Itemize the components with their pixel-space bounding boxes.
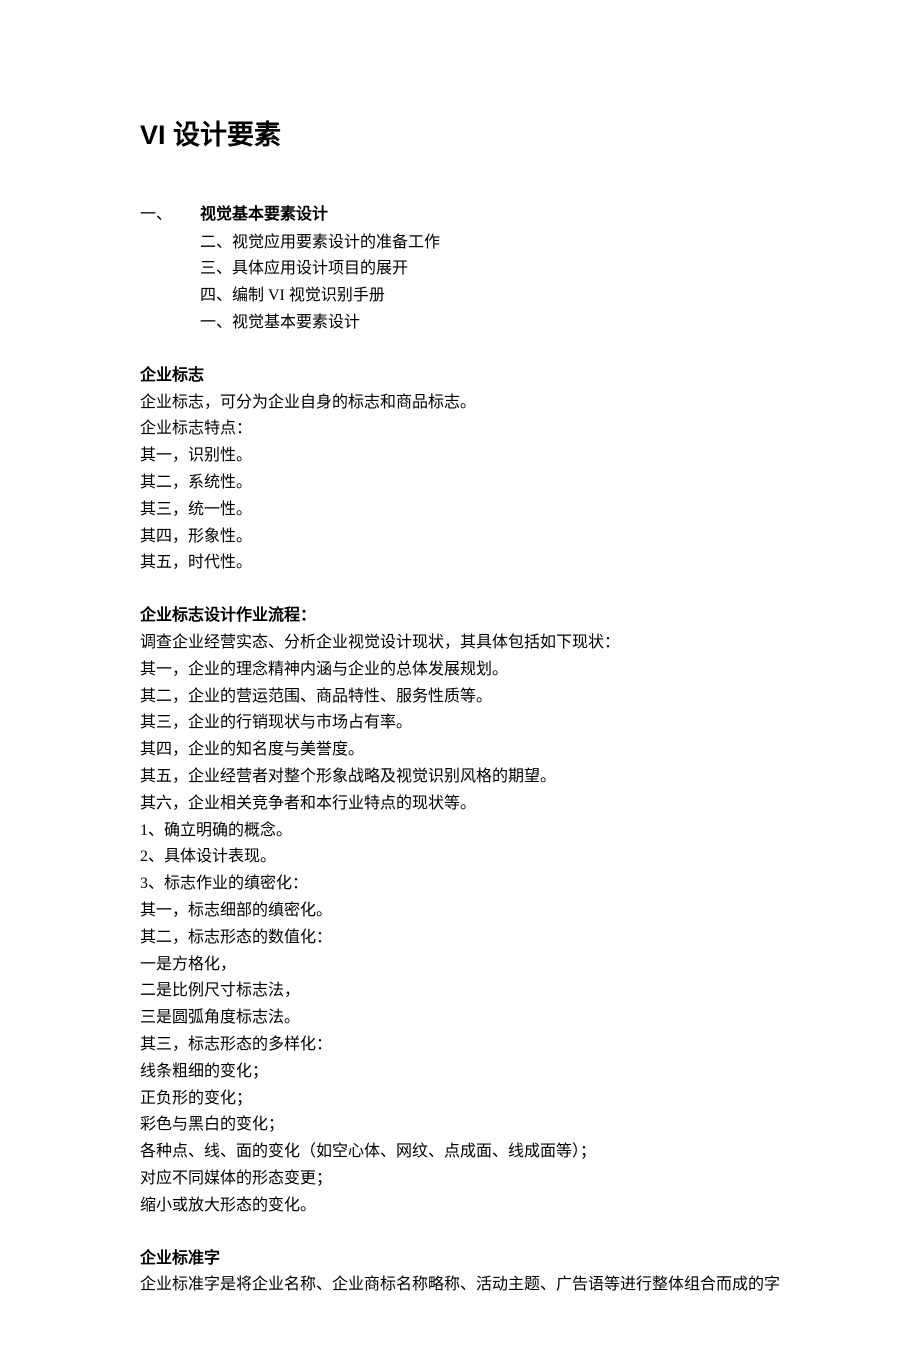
heading-logo: 企业标志 (140, 364, 780, 389)
body-line: 调查企业经营实态、分析企业视觉设计现状，其具体包括如下现状： (140, 631, 780, 656)
outline-item: 四、编制 VI 视觉识别手册 (200, 284, 780, 309)
outline-item: 一、视觉基本要素设计 (200, 311, 780, 336)
body-line: 其一，识别性。 (140, 444, 780, 469)
body-line: 其二，标志形态的数值化： (140, 926, 780, 951)
body-line: 其二，企业的营运范围、商品特性、服务性质等。 (140, 685, 780, 710)
outline-item: 三、具体应用设计项目的展开 (200, 257, 780, 282)
body-line: 其一，标志细部的缜密化。 (140, 899, 780, 924)
body-line: 正负形的变化； (140, 1087, 780, 1112)
body-line: 其四，形象性。 (140, 525, 780, 550)
body-line: 一是方格化， (140, 953, 780, 978)
heading-process: 企业标志设计作业流程： (140, 604, 780, 629)
body-line: 彩色与黑白的变化； (140, 1113, 780, 1138)
body-line: 其三，企业的行销现状与市场占有率。 (140, 711, 780, 736)
page-title: VI 设计要素 (140, 115, 780, 157)
section-1-outline: 二、视觉应用要素设计的准备工作 三、具体应用设计项目的展开 四、编制 VI 视觉… (140, 231, 780, 336)
body-line: 三是圆弧角度标志法。 (140, 1006, 780, 1031)
body-line: 其五，时代性。 (140, 551, 780, 576)
body-line: 其三，统一性。 (140, 498, 780, 523)
body-line: 1、确立明确的概念。 (140, 819, 780, 844)
body-line: 企业标准字是将企业名称、企业商标名称略称、活动主题、广告语等进行整体组合而成的字 (140, 1273, 780, 1298)
body-line: 企业标志特点： (140, 417, 780, 442)
body-line: 其三，标志形态的多样化： (140, 1033, 780, 1058)
body-line: 2、具体设计表现。 (140, 845, 780, 870)
document-page: VI 设计要素 一、 视觉基本要素设计 二、视觉应用要素设计的准备工作 三、具体… (0, 0, 920, 1360)
body-line: 其五，企业经营者对整个形象战略及视觉识别风格的期望。 (140, 765, 780, 790)
body-line: 其六，企业相关竞争者和本行业特点的现状等。 (140, 792, 780, 817)
body-line: 线条粗细的变化； (140, 1060, 780, 1085)
body-line: 各种点、线、面的变化（如空心体、网纹、点成面、线成面等）； (140, 1140, 780, 1165)
body-line: 3、标志作业的缜密化： (140, 872, 780, 897)
body-line: 企业标志，可分为企业自身的标志和商品标志。 (140, 391, 780, 416)
body-line: 缩小或放大形态的变化。 (140, 1194, 780, 1219)
section-1-number: 一、 (140, 203, 200, 228)
outline-item: 二、视觉应用要素设计的准备工作 (200, 231, 780, 256)
body-line: 其一，企业的理念精神内涵与企业的总体发展规划。 (140, 658, 780, 683)
body-line: 其四，企业的知名度与美誉度。 (140, 738, 780, 763)
body-line: 二是比例尺寸标志法， (140, 979, 780, 1004)
heading-font: 企业标准字 (140, 1247, 780, 1272)
body-line: 其二，系统性。 (140, 471, 780, 496)
section-1-row: 一、 视觉基本要素设计 (140, 203, 780, 228)
section-1-heading: 视觉基本要素设计 (200, 203, 328, 228)
body-line: 对应不同媒体的形态变更； (140, 1167, 780, 1192)
